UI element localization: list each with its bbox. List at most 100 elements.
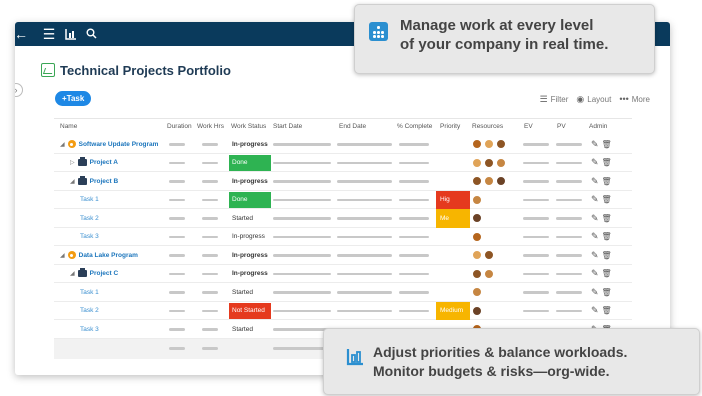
resources-cell[interactable] xyxy=(472,135,508,154)
row-name[interactable]: Project A xyxy=(90,159,118,166)
add-task-button[interactable]: +Task xyxy=(55,91,92,106)
row-name-cell[interactable]: ◢ Software Update Program xyxy=(60,135,158,154)
row-name-cell[interactable]: Task 3 xyxy=(80,320,99,339)
resources-cell[interactable] xyxy=(472,172,508,191)
expand-toggle-icon[interactable]: ▷ xyxy=(70,159,75,166)
col-header-duration[interactable]: Duration xyxy=(167,123,192,130)
avatar[interactable] xyxy=(472,305,482,316)
row-name-cell[interactable]: Task 2 xyxy=(80,302,99,321)
expand-toggle-icon[interactable]: ◢ xyxy=(70,270,75,277)
table-row[interactable]: Task 2 Started Me ✎ 🗑 xyxy=(54,209,632,228)
col-header-priority[interactable]: Priority xyxy=(440,123,460,130)
row-name[interactable]: Project C xyxy=(90,270,119,277)
work-status-cell[interactable]: In-progress xyxy=(229,247,271,263)
trash-icon[interactable]: 🗑 xyxy=(602,140,612,149)
row-name[interactable]: Task 1 xyxy=(80,196,99,203)
table-row[interactable]: ◢ Software Update Program In-progress ✎ 🗑 xyxy=(54,135,632,154)
avatar[interactable] xyxy=(472,139,482,150)
trash-icon[interactable]: 🗑 xyxy=(602,232,612,241)
resources-cell[interactable] xyxy=(472,246,496,265)
avatar[interactable] xyxy=(472,176,482,187)
col-header-work-hrs[interactable]: Work Hrs xyxy=(197,123,224,130)
table-row[interactable]: ◢ Project B In-progress ✎ 🗑 xyxy=(54,172,632,191)
work-status-cell[interactable]: In-progress xyxy=(229,266,271,282)
row-name[interactable]: Task 3 xyxy=(80,233,99,240)
avatar[interactable] xyxy=(484,157,494,168)
edit-icon[interactable]: ✎ xyxy=(591,157,599,168)
avatar[interactable] xyxy=(484,250,494,261)
expand-toggle-icon[interactable]: ◢ xyxy=(60,141,65,148)
work-status-cell[interactable]: In-progress xyxy=(229,173,271,189)
work-status-cell[interactable]: In-progress xyxy=(229,136,271,152)
avatar[interactable] xyxy=(496,157,506,168)
resources-cell[interactable] xyxy=(472,302,484,321)
expand-toggle-icon[interactable]: ◢ xyxy=(60,252,65,259)
col-header-pv[interactable]: PV xyxy=(557,123,566,130)
edit-icon[interactable]: ✎ xyxy=(591,231,599,242)
row-name-cell[interactable]: Task 3 xyxy=(80,228,99,247)
table-row[interactable]: Task 2 Not Started Medium ✎ 🗑 xyxy=(54,301,632,321)
col-header-start-date[interactable]: Start Date xyxy=(273,123,302,130)
layout-button[interactable]: ◉ Layout xyxy=(576,94,611,105)
avatar[interactable] xyxy=(472,157,482,168)
table-row[interactable]: ▷ Project A Done ✎ 🗑 xyxy=(54,154,632,173)
more-button[interactable]: ••• More xyxy=(619,94,650,104)
back-arrow-icon[interactable]: ← xyxy=(15,25,29,43)
trash-icon[interactable]: 🗑 xyxy=(602,214,612,223)
edit-icon[interactable]: ✎ xyxy=(591,268,599,279)
row-name[interactable]: Task 1 xyxy=(80,289,99,296)
col-header-ev[interactable]: EV xyxy=(524,123,533,130)
expand-sidebar-button[interactable]: › xyxy=(15,83,23,97)
avatar[interactable] xyxy=(484,268,494,279)
resources-cell[interactable] xyxy=(472,191,484,210)
work-status-cell[interactable]: Done xyxy=(229,154,271,171)
avatar[interactable] xyxy=(472,268,482,279)
col-header-work-status[interactable]: Work Status xyxy=(231,123,266,130)
table-row[interactable]: Task 3 In-progress ✎ 🗑 xyxy=(54,228,632,247)
col-header-end-date[interactable]: End Date xyxy=(339,123,366,130)
trash-icon[interactable]: 🗑 xyxy=(602,306,612,315)
edit-icon[interactable]: ✎ xyxy=(591,250,599,261)
row-name[interactable]: Project B xyxy=(90,178,119,185)
trash-icon[interactable]: 🗑 xyxy=(602,288,612,297)
row-name[interactable]: Task 2 xyxy=(80,307,99,314)
row-name-cell[interactable]: ◢ Project C xyxy=(70,265,118,284)
expand-toggle-icon[interactable]: ◢ xyxy=(70,178,75,185)
menu-icon[interactable]: ☰ xyxy=(41,25,57,43)
row-name[interactable]: Data Lake Program xyxy=(79,252,138,259)
avatar[interactable] xyxy=(484,139,494,150)
edit-icon[interactable]: ✎ xyxy=(591,194,599,205)
col-header-name[interactable]: Name xyxy=(60,123,77,130)
col-header-complete[interactable]: % Complete xyxy=(397,123,432,130)
avatar[interactable] xyxy=(496,176,506,187)
avatar[interactable] xyxy=(472,287,482,298)
trash-icon[interactable]: 🗑 xyxy=(602,195,612,204)
chart-icon[interactable] xyxy=(63,25,79,43)
search-icon[interactable] xyxy=(83,25,99,43)
trash-icon[interactable]: 🗑 xyxy=(602,177,612,186)
col-header-admin[interactable]: Admin xyxy=(589,123,607,130)
priority-cell[interactable]: Medium xyxy=(436,301,470,320)
resources-cell[interactable] xyxy=(472,154,508,173)
edit-icon[interactable]: ✎ xyxy=(591,305,599,316)
avatar[interactable] xyxy=(472,194,482,205)
trash-icon[interactable]: 🗑 xyxy=(602,251,612,260)
col-header-resources[interactable]: Resources xyxy=(472,123,503,130)
table-row[interactable]: Task 1 Done Hig ✎ 🗑 xyxy=(54,190,632,210)
trash-icon[interactable]: 🗑 xyxy=(602,269,612,278)
work-status-cell[interactable]: Started xyxy=(229,210,271,226)
row-name-cell[interactable]: Task 1 xyxy=(80,191,99,210)
row-name-cell[interactable]: Task 1 xyxy=(80,283,99,302)
filter-button[interactable]: ☰ Filter xyxy=(540,94,569,105)
edit-icon[interactable]: ✎ xyxy=(591,213,599,224)
row-name-cell[interactable]: ◢ Project B xyxy=(70,172,118,191)
work-status-cell[interactable]: In-progress xyxy=(229,229,271,245)
resources-cell[interactable] xyxy=(472,209,484,228)
table-row[interactable]: ◢ Data Lake Program In-progress ✎ 🗑 xyxy=(54,246,632,265)
row-name[interactable]: Software Update Program xyxy=(79,141,159,148)
edit-icon[interactable]: ✎ xyxy=(591,287,599,298)
priority-cell[interactable]: Hig xyxy=(436,190,470,209)
row-name[interactable]: Task 3 xyxy=(80,326,99,333)
priority-cell[interactable]: Me xyxy=(436,209,470,228)
table-row[interactable]: ◢ Project C In-progress ✎ 🗑 xyxy=(54,265,632,284)
